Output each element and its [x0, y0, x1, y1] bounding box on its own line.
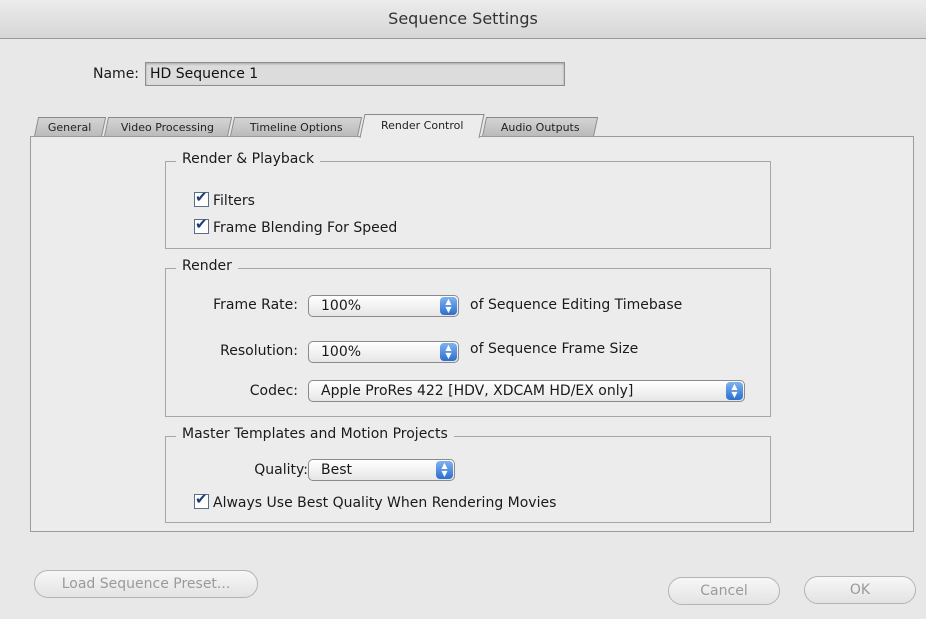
frame-rate-label: Frame Rate:: [213, 297, 298, 313]
codec-label: Codec:: [249, 383, 298, 399]
popup-arrows-icon: ▲ ▼: [726, 382, 743, 400]
frame-rate-suffix: of Sequence Editing Timebase: [470, 297, 683, 313]
tab-audio-outputs[interactable]: Audio Outputs: [481, 117, 599, 137]
popup-arrows-icon: ▲ ▼: [440, 297, 457, 315]
quality-popup[interactable]: Best ▲ ▼: [308, 459, 455, 481]
always-best-checkbox[interactable]: [194, 490, 209, 509]
load-sequence-preset-button[interactable]: Load Sequence Preset...: [34, 570, 258, 598]
resolution-popup[interactable]: 100% ▲ ▼: [308, 341, 459, 363]
filters-checkbox[interactable]: [194, 188, 209, 207]
master-templates-title: Master Templates and Motion Projects: [176, 426, 454, 442]
tab-render-control[interactable]: Render Control: [359, 114, 485, 138]
tab-video-processing[interactable]: Video Processing: [103, 117, 233, 137]
name-label: Name:: [93, 66, 140, 82]
render-playback-group: Render & Playback Filters Frame Blending…: [165, 151, 771, 249]
frame-rate-value: 100%: [321, 298, 362, 314]
resolution-label: Resolution:: [220, 343, 298, 359]
resolution-value: 100%: [321, 344, 362, 360]
always-best-label: Always Use Best Quality When Rendering M…: [213, 495, 557, 511]
filters-label: Filters: [213, 193, 255, 209]
filters-checkbox-row[interactable]: Filters: [194, 188, 255, 209]
frame-rate-popup[interactable]: 100% ▲ ▼: [308, 295, 459, 317]
master-templates-group: Master Templates and Motion Projects Qua…: [165, 426, 771, 523]
cancel-button[interactable]: Cancel: [668, 577, 780, 605]
tab-timeline-options[interactable]: Timeline Options: [229, 117, 363, 137]
render-title: Render: [176, 258, 238, 274]
sequence-name-input[interactable]: [145, 62, 565, 86]
tab-general[interactable]: General: [33, 117, 107, 137]
popup-arrows-icon: ▲ ▼: [436, 461, 453, 479]
ok-button[interactable]: OK: [804, 576, 916, 604]
resolution-suffix: of Sequence Frame Size: [470, 341, 639, 357]
render-control-panel: Render & Playback Filters Frame Blending…: [30, 136, 914, 532]
frame-blending-checkbox-row[interactable]: Frame Blending For Speed: [194, 215, 398, 236]
window-title: Sequence Settings: [0, 0, 926, 39]
render-playback-title: Render & Playback: [176, 151, 321, 167]
quality-label: Quality:: [254, 462, 308, 478]
always-best-checkbox-row[interactable]: Always Use Best Quality When Rendering M…: [194, 490, 557, 511]
codec-popup[interactable]: Apple ProRes 422 [HDV, XDCAM HD/EX only]…: [308, 380, 745, 402]
render-group: Render Frame Rate: 100% ▲ ▼ of Sequence E…: [165, 258, 771, 417]
quality-value: Best: [321, 462, 353, 478]
popup-arrows-icon: ▲ ▼: [440, 343, 457, 361]
frame-blending-checkbox[interactable]: [194, 215, 209, 234]
frame-blending-label: Frame Blending For Speed: [213, 220, 398, 236]
codec-value: Apple ProRes 422 [HDV, XDCAM HD/EX only]: [321, 383, 634, 399]
